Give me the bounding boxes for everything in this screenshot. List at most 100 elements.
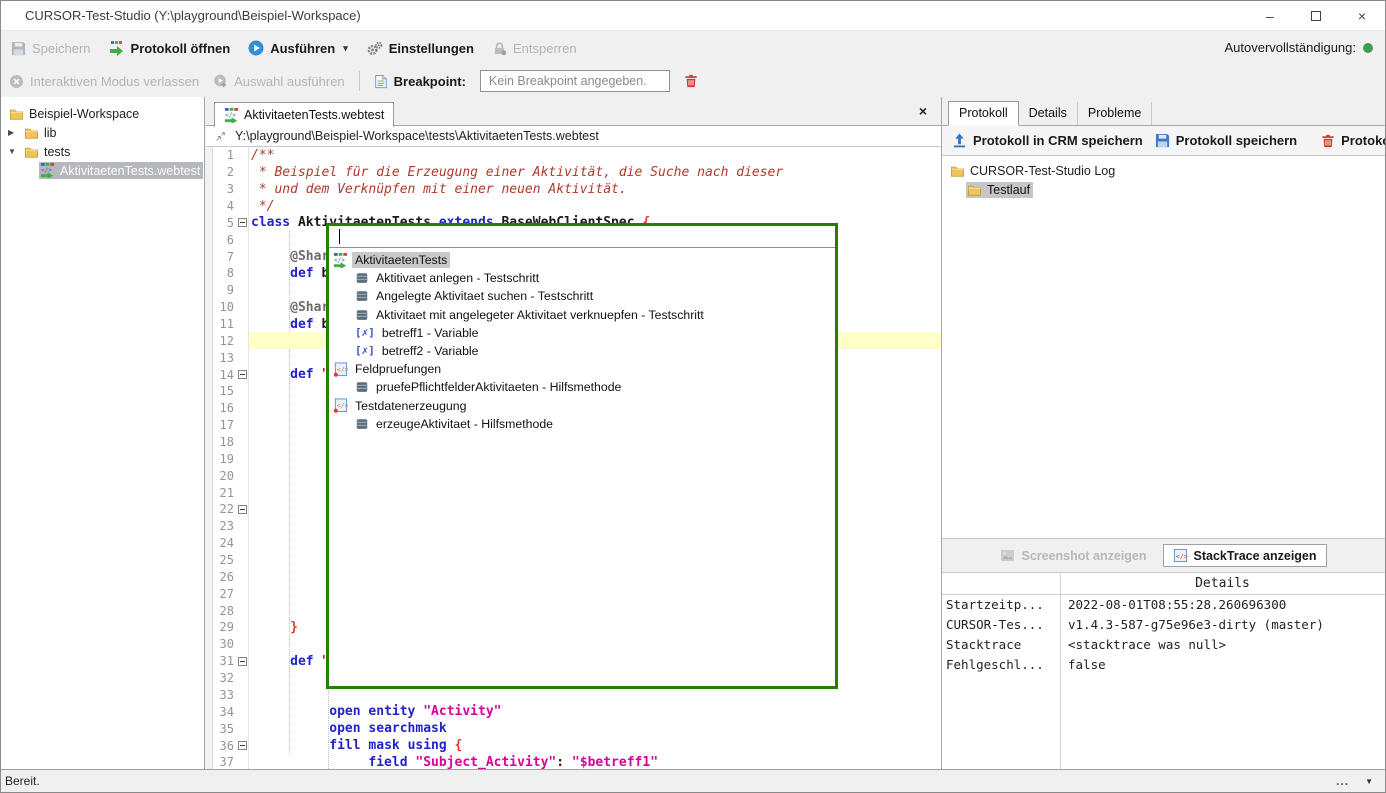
popup-tree-item[interactable]: erzeugeAktivitaet - Hilfsmethode [329,415,835,433]
popup-tree-item[interactable]: Aktivitaet mit angelegeter Aktivitaet ve… [329,306,835,324]
close-button[interactable]: × [1339,1,1385,31]
fold-column [236,218,248,227]
teststep-icon [355,289,369,303]
popup-tree-item[interactable]: pruefePflichtfelderAktivitaeten - Hilfsm… [329,378,835,396]
run-button[interactable]: Ausführen ▾ [248,40,348,56]
collapse-path-icon[interactable] [214,130,227,143]
details-row[interactable]: Stacktrace<stacktrace was null> [942,635,1385,655]
show-stacktrace-button[interactable]: </> StackTrace anzeigen [1163,544,1327,567]
save-protocol-crm-button[interactable]: Protokoll in CRM speichern [952,133,1143,148]
trash-icon [1321,133,1335,149]
upload-icon [952,133,967,148]
run-dropdown-arrow-icon[interactable]: ▾ [343,43,348,54]
line-number: 11 [214,317,236,331]
sidebar-item-label: tests [44,145,70,159]
line-number: 37 [214,755,236,769]
details-table-header: Details [942,573,1385,595]
fold-marker-icon[interactable] [238,505,247,514]
tree-item-content: lib [23,125,60,141]
outline-popup: </>AktivitaetenTestsAktitivaet anlegen -… [326,223,838,689]
sidebar-item[interactable]: ▼ tests [1,142,204,161]
line-number: 36 [214,739,236,753]
script-icon: </> [333,362,348,377]
open-protocol-button[interactable]: Protokoll öffnen [109,40,231,56]
line-number: 28 [214,604,236,618]
fold-marker-icon[interactable] [238,218,247,227]
details-row[interactable]: CURSOR-Tes...v1.4.3-587-g75e96e3-dirty (… [942,615,1385,635]
tab-details[interactable]: Details [1019,102,1078,125]
popup-tree-item[interactable]: </>Testdatenerzeugung [329,397,835,415]
status-expand-arrow-icon[interactable]: ▼ [1365,777,1373,786]
tab-protokoll[interactable]: Protokoll [948,101,1019,126]
clear-breakpoint-trash-icon[interactable] [684,73,698,89]
workspace-tree: Beispiel-Workspace▶lib▼tests</>Aktivitae… [1,104,204,180]
code-line: 36 fill mask using { [206,737,941,754]
webtest-icon: </> [224,108,239,123]
details-row[interactable]: Fehlgeschl...false [942,655,1385,675]
svg-text:</>: </> [337,365,348,373]
tab-probleme[interactable]: Probleme [1078,102,1153,125]
sidebar-item[interactable]: </>AktivitaetenTests.webtest [1,161,204,180]
expand-arrow-icon[interactable]: ▶ [8,128,23,137]
popup-item-label: Feldpruefungen [352,361,444,377]
popup-search-input[interactable] [329,226,835,248]
tab-close-icon[interactable]: × [919,103,927,119]
main-toolbar: Speichern Protokoll öffnen Ausführen ▾ E… [1,31,1385,65]
line-number: 4 [214,199,236,213]
save-blue-icon [1155,133,1170,148]
details-header-label: Details [1060,573,1385,594]
details-value: <stacktrace was null> [1060,635,1385,655]
toolbar-separator [359,71,360,91]
sidebar-item-label: Beispiel-Workspace [29,107,139,121]
autocomplete-status: Autovervollständigung: [1224,40,1373,55]
popup-tree-item[interactable]: </>AktivitaetenTests [329,251,835,269]
right-tabs: ProtokollDetailsProbleme [942,97,1385,126]
fold-marker-icon[interactable] [238,657,247,666]
log-tree: CURSOR-Test-Studio LogTestlauf [942,156,1385,539]
svg-text:</>: </> [41,167,52,174]
fold-marker-icon[interactable] [238,741,247,750]
minimize-button[interactable]: – [1247,1,1293,31]
status-overflow-icon[interactable]: ... [1336,774,1349,788]
maximize-button[interactable] [1293,1,1339,31]
details-row[interactable]: Startzeitp...2022-08-01T08:55:28.2606963… [942,595,1385,615]
sidebar-item[interactable]: ▶lib [1,123,204,142]
popup-tree-item[interactable]: Angelegte Aktivitaet suchen - Testschrit… [329,287,835,305]
tab-aktivitaetentests[interactable]: </> AktivitaetenTests.webtest [214,102,394,127]
line-number: 27 [214,587,236,601]
code-text: open searchmask [248,720,941,737]
unlock-label: Entsperren [513,41,577,56]
run-label: Ausführen [270,41,335,56]
log-tree-item[interactable]: CURSOR-Test-Studio Log [942,161,1385,180]
breakpoint-input[interactable] [480,70,670,92]
log-tree-item[interactable]: Testlauf [942,180,1385,199]
popup-tree-item[interactable]: </> Feldpruefungen [329,360,835,378]
popup-tree-item[interactable]: Aktitivaet anlegen - Testschritt [329,269,835,287]
secondary-toolbar: Interaktiven Modus verlassen Auswahl aus… [1,65,1385,97]
text-caret [339,229,340,244]
clear-protocol-button[interactable]: Protokoll leeren [1321,133,1386,149]
sidebar-item[interactable]: Beispiel-Workspace [1,104,204,123]
line-number: 34 [214,705,236,719]
code-text: */ [248,198,941,215]
details-key: Stacktrace [942,635,1060,655]
fold-column [236,657,248,666]
code-text [248,687,941,704]
popup-tree-item[interactable]: [✗]betreff2 - Variable [329,342,835,360]
code-text: * Beispiel für die Erzeugung einer Aktiv… [248,164,941,181]
screenshot-icon [1000,549,1015,562]
line-number: 19 [214,452,236,466]
popup-tree: </>AktivitaetenTestsAktitivaet anlegen -… [329,248,835,433]
fold-marker-icon[interactable] [238,370,247,379]
status-text: Bereit. [5,774,40,788]
popup-tree-item[interactable]: [✗]betreff1 - Variable [329,324,835,342]
save-protocol-button[interactable]: Protokoll speichern [1155,133,1297,148]
line-number: 12 [214,334,236,348]
settings-button[interactable]: Einstellungen [366,41,474,56]
line-number: 2 [214,165,236,179]
folder-icon [9,107,24,121]
teststep-icon [355,271,369,285]
editor-tab-label: AktivitaetenTests.webtest [244,108,384,122]
collapse-arrow-icon[interactable]: ▼ [8,147,23,156]
line-number: 10 [214,300,236,314]
